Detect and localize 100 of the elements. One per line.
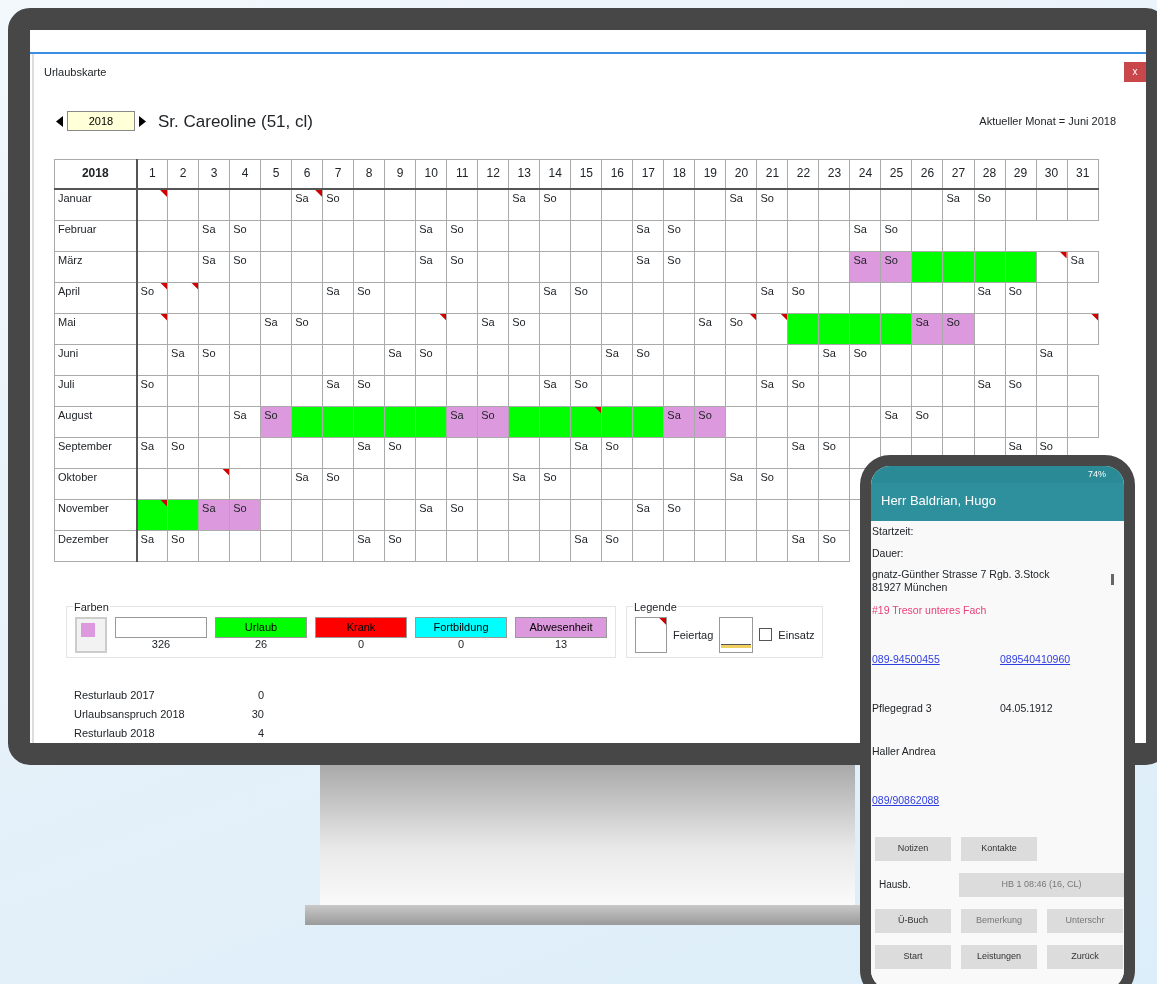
calendar-cell: Sa xyxy=(756,375,788,406)
day-header: 19 xyxy=(694,159,726,189)
month-label: März xyxy=(54,251,137,282)
category-count: 326 xyxy=(151,637,171,651)
day-header: 13 xyxy=(508,159,540,189)
calendar-cell: So xyxy=(446,220,478,251)
color-category-button[interactable]: Urlaub xyxy=(215,616,307,638)
color-category-button[interactable]: Fortbildung xyxy=(415,616,507,638)
summary-value: 30 xyxy=(251,707,264,722)
day-header: 26 xyxy=(911,159,943,189)
calendar-cell: So xyxy=(818,530,850,561)
calendar-cell: So xyxy=(353,282,385,313)
calendar-cell: Sa xyxy=(570,437,602,468)
calendar-cell: Sa xyxy=(787,530,819,561)
calendar-cell: So xyxy=(849,344,881,375)
right-triangle-icon[interactable] xyxy=(139,115,146,127)
window-title: Urlaubskarte xyxy=(44,64,107,80)
day-header: 6 xyxy=(291,159,323,189)
calendar-cell: Sa xyxy=(974,282,1005,313)
calendar-cell: So xyxy=(291,313,323,344)
action-button[interactable]: Ü-Buch xyxy=(875,908,951,933)
category-count: 13 xyxy=(554,637,568,651)
day-header: 31 xyxy=(1067,159,1099,189)
info-text: Startzeit: xyxy=(872,524,914,538)
color-category-button[interactable]: Krank xyxy=(315,616,407,638)
calendar-cell: Sa xyxy=(136,437,168,468)
calendar-cell: Sa xyxy=(1036,344,1068,375)
day-header: 11 xyxy=(446,159,478,189)
year-header: 2018 xyxy=(54,159,137,189)
day-header: 27 xyxy=(943,159,974,189)
legend-label: Feiertag xyxy=(673,627,714,643)
action-button[interactable]: Start xyxy=(875,944,951,969)
calendar-cell: Sa xyxy=(260,313,292,344)
day-header: 28 xyxy=(974,159,1005,189)
color-picker-icon[interactable] xyxy=(75,616,107,653)
care-level-text: Pflegegrad 3 xyxy=(872,701,933,715)
calendar-cell: Sa xyxy=(601,344,633,375)
calendar-cell: So xyxy=(446,499,478,530)
calendar-cell: Sa xyxy=(415,220,447,251)
note-text: #19 Tresor unteres Fach xyxy=(872,603,987,617)
day-header: 15 xyxy=(570,159,602,189)
address-text: gnatz-Günther Strasse 7 Rgb. 3.Stock 81927 München xyxy=(872,567,1050,594)
phone-link[interactable]: 089540410960 xyxy=(1000,652,1071,666)
phone-link[interactable]: 089-94500455 xyxy=(872,652,1000,666)
day-header: 25 xyxy=(880,159,912,189)
month-label: April xyxy=(54,282,137,313)
left-triangle-icon[interactable] xyxy=(56,115,63,127)
action-button[interactable]: Leistungen xyxy=(961,944,1037,969)
day-header: 17 xyxy=(632,159,664,189)
calendar-cell: So xyxy=(539,468,571,499)
calendar-cell: So xyxy=(570,282,602,313)
day-header: 16 xyxy=(601,159,633,189)
calendar-cell: So xyxy=(136,282,168,313)
employee-name: Sr. Careoline (51, cl) xyxy=(158,110,313,133)
day-header: 10 xyxy=(415,159,447,189)
phone-link[interactable]: 089/90862088 xyxy=(872,793,940,807)
action-button[interactable]: Notizen xyxy=(875,836,951,861)
summary-label: Urlaubsanspruch 2018 xyxy=(74,707,185,722)
current-month-label: Aktueller Monat = Juni 2018 xyxy=(979,114,1116,129)
calendar-cell: So xyxy=(787,282,819,313)
day-header: 30 xyxy=(1036,159,1068,189)
calendar-cell: Sa xyxy=(136,530,168,561)
calendar-cell: So xyxy=(384,530,416,561)
calendar-cell: So xyxy=(601,437,633,468)
calendar-cell: Sa xyxy=(477,313,509,344)
color-category-button[interactable] xyxy=(115,616,207,638)
calendar-cell: So xyxy=(974,189,1005,220)
calendar-cell: So xyxy=(167,530,199,561)
action-button[interactable]: Kontakte xyxy=(961,836,1037,861)
day-header: 22 xyxy=(787,159,819,189)
birth-date-text: 04.05.1912 xyxy=(1000,701,1053,715)
battery-level: 74% xyxy=(1088,467,1106,481)
calendar-cell: Sa xyxy=(198,220,230,251)
day-header: 14 xyxy=(539,159,571,189)
calendar-cell: So xyxy=(756,468,788,499)
calendar-cell: So xyxy=(229,251,261,282)
einsatz-sample-icon xyxy=(719,616,754,653)
calendar-cell: Sa xyxy=(756,282,788,313)
day-header: 18 xyxy=(663,159,695,189)
field-label: Hausb. xyxy=(878,878,912,892)
close-button[interactable]: x xyxy=(1124,62,1146,82)
calendar-cell: Sa xyxy=(694,313,726,344)
calendar-cell: Sa xyxy=(384,344,416,375)
calendar-cell: So xyxy=(322,189,354,220)
einsatz-checkbox[interactable] xyxy=(759,628,773,642)
calendar-cell: So xyxy=(508,313,540,344)
color-category-button[interactable]: Abwesenheit xyxy=(515,616,607,638)
calendar-cell: So xyxy=(167,437,199,468)
summary-value: 0 xyxy=(257,688,264,703)
calendar-cell: So xyxy=(570,375,602,406)
calendar-cell: So xyxy=(353,375,385,406)
day-header: 24 xyxy=(849,159,881,189)
calendar-cell: Sa xyxy=(198,251,230,282)
month-label: Oktober xyxy=(54,468,137,499)
action-button[interactable]: Zurück xyxy=(1047,944,1123,969)
year-field[interactable]: 2018 xyxy=(67,111,135,132)
calendar-cell: So xyxy=(1005,282,1037,313)
calendar-cell: Sa xyxy=(415,499,447,530)
category-count: 0 xyxy=(357,637,365,651)
calendar-cell: So xyxy=(911,406,943,437)
